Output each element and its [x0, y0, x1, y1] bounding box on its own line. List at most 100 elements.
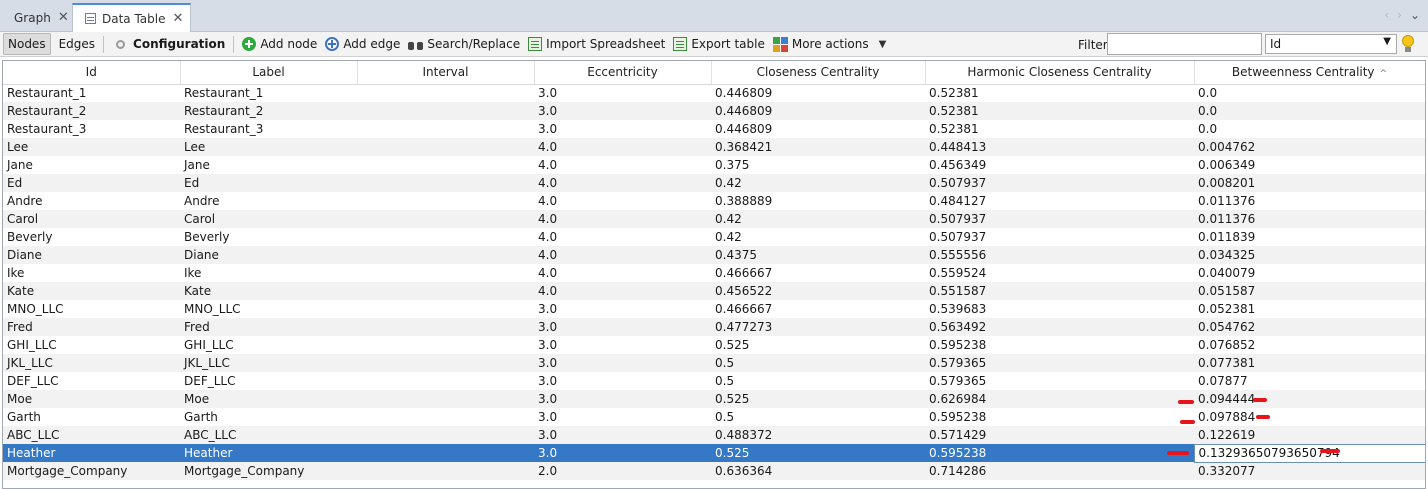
cell-harmonic-closeness[interactable]: 0.579365: [925, 372, 1194, 390]
cell-id[interactable]: Garth: [3, 408, 180, 426]
cell-interval[interactable]: [357, 336, 534, 354]
cell-betweenness[interactable]: 0.040079: [1194, 264, 1425, 282]
cell-betweenness[interactable]: 0.0: [1194, 102, 1425, 120]
table-row[interactable]: Restaurant_3 Restaurant_3 3.0 0.446809 0.523…: [3, 120, 1425, 138]
cell-eccentricity[interactable]: 3.0: [534, 372, 711, 390]
column-header-eccentricity[interactable]: Eccentricity: [534, 61, 712, 85]
cell-betweenness[interactable]: 0.004762: [1194, 138, 1425, 156]
cell-interval[interactable]: [357, 408, 534, 426]
cell-interval[interactable]: [357, 174, 534, 192]
cell-eccentricity[interactable]: 4.0: [534, 138, 711, 156]
cell-harmonic-closeness[interactable]: 0.595238: [925, 336, 1194, 354]
lightbulb-icon[interactable]: [1402, 35, 1414, 52]
cell-closeness[interactable]: 0.4375: [711, 246, 925, 264]
cell-id[interactable]: Carol: [3, 210, 180, 228]
cell-harmonic-closeness[interactable]: 0.52381: [925, 84, 1194, 102]
column-header-interval[interactable]: Interval: [357, 61, 535, 85]
cell-interval[interactable]: [357, 120, 534, 138]
chevron-down-icon[interactable]: ⌄: [1410, 8, 1420, 22]
cell-harmonic-closeness[interactable]: 0.507937: [925, 174, 1194, 192]
cell-betweenness[interactable]: 0.051587: [1194, 282, 1425, 300]
cell-id[interactable]: MNO_LLC: [3, 300, 180, 318]
cell-closeness[interactable]: 0.477273: [711, 318, 925, 336]
edges-toggle-button[interactable]: Edges: [55, 33, 99, 55]
cell-closeness[interactable]: 0.456522: [711, 282, 925, 300]
cell-betweenness[interactable]: 0.097884: [1194, 408, 1425, 426]
cell-betweenness[interactable]: 0.094444: [1194, 390, 1425, 408]
table-row[interactable]: Lee Lee 4.0 0.368421 0.448413 0.004762: [3, 138, 1425, 156]
table-row[interactable]: Beverly Beverly 4.0 0.42 0.507937 0.011839: [3, 228, 1425, 246]
cell-eccentricity[interactable]: 3.0: [534, 318, 711, 336]
table-row[interactable]: Ike Ike 4.0 0.466667 0.559524 0.040079: [3, 264, 1425, 282]
cell-betweenness[interactable]: 0.011376: [1194, 192, 1425, 210]
cell-interval[interactable]: [357, 444, 534, 462]
cell-label[interactable]: JKL_LLC: [180, 354, 357, 372]
cell-label[interactable]: Lee: [180, 138, 357, 156]
cell-id[interactable]: Restaurant_2: [3, 102, 180, 120]
cell-id[interactable]: ABC_LLC: [3, 426, 180, 444]
cell-id[interactable]: DEF_LLC: [3, 372, 180, 390]
cell-betweenness[interactable]: 0.006349: [1194, 156, 1425, 174]
nodes-toggle-button[interactable]: Nodes: [3, 33, 51, 55]
close-icon[interactable]: ✕: [58, 10, 69, 25]
cell-closeness[interactable]: 0.5: [711, 354, 925, 372]
cell-id[interactable]: Mortgage_Company: [3, 462, 180, 480]
cell-closeness[interactable]: 0.636364: [711, 462, 925, 480]
table-row[interactable]: Diane Diane 4.0 0.4375 0.555556 0.034325: [3, 246, 1425, 264]
table-row[interactable]: Andre Andre 4.0 0.388889 0.484127 0.011376: [3, 192, 1425, 210]
cell-closeness[interactable]: 0.446809: [711, 84, 925, 102]
cell-betweenness[interactable]: 0.076852: [1194, 336, 1425, 354]
cell-betweenness[interactable]: 0.052381: [1194, 300, 1425, 318]
cell-harmonic-closeness[interactable]: 0.507937: [925, 228, 1194, 246]
add-node-button[interactable]: Add node: [238, 33, 321, 55]
cell-eccentricity[interactable]: 3.0: [534, 390, 711, 408]
tab-graph[interactable]: Graph ✕: [2, 3, 76, 32]
cell-interval[interactable]: [357, 462, 534, 480]
cell-harmonic-closeness[interactable]: 0.507937: [925, 210, 1194, 228]
cell-harmonic-closeness[interactable]: 0.579365: [925, 354, 1194, 372]
cell-harmonic-closeness[interactable]: 0.551587: [925, 282, 1194, 300]
cell-interval[interactable]: [357, 84, 534, 102]
cell-betweenness[interactable]: 0.332077: [1194, 462, 1425, 480]
cell-harmonic-closeness[interactable]: 0.484127: [925, 192, 1194, 210]
cell-harmonic-closeness[interactable]: 0.714286: [925, 462, 1194, 480]
table-row[interactable]: Heather Heather 3.0 0.525 0.595238 0.13293650…: [3, 443, 1425, 463]
cell-betweenness[interactable]: 0.054762: [1194, 318, 1425, 336]
cell-eccentricity[interactable]: 4.0: [534, 174, 711, 192]
cell-interval[interactable]: [357, 282, 534, 300]
cell-id[interactable]: GHI_LLC: [3, 336, 180, 354]
cell-label[interactable]: Garth: [180, 408, 357, 426]
cell-harmonic-closeness[interactable]: 0.448413: [925, 138, 1194, 156]
cell-betweenness[interactable]: 0.034325: [1194, 246, 1425, 264]
cell-interval[interactable]: [357, 390, 534, 408]
cell-closeness[interactable]: 0.488372: [711, 426, 925, 444]
cell-closeness[interactable]: 0.42: [711, 228, 925, 246]
cell-id[interactable]: Diane: [3, 246, 180, 264]
cell-label[interactable]: Restaurant_3: [180, 120, 357, 138]
cell-interval[interactable]: [357, 246, 534, 264]
column-header-closeness[interactable]: Closeness Centrality: [711, 61, 926, 85]
more-actions-button[interactable]: More actions ▼: [769, 33, 890, 55]
cell-id[interactable]: Kate: [3, 282, 180, 300]
cell-closeness[interactable]: 0.446809: [711, 102, 925, 120]
cell-harmonic-closeness[interactable]: 0.595238: [925, 444, 1194, 462]
cell-closeness[interactable]: 0.525: [711, 336, 925, 354]
cell-harmonic-closeness[interactable]: 0.563492: [925, 318, 1194, 336]
cell-eccentricity[interactable]: 3.0: [534, 102, 711, 120]
filter-input[interactable]: [1107, 33, 1262, 55]
column-header-label[interactable]: Label: [180, 61, 358, 85]
cell-eccentricity[interactable]: 2.0: [534, 462, 711, 480]
cell-id[interactable]: Restaurant_1: [3, 84, 180, 102]
cell-harmonic-closeness[interactable]: 0.595238: [925, 408, 1194, 426]
cell-label[interactable]: GHI_LLC: [180, 336, 357, 354]
table-row[interactable]: MNO_LLC MNO_LLC 3.0 0.466667 0.539683 0.05238…: [3, 300, 1425, 318]
cell-id[interactable]: Andre: [3, 192, 180, 210]
search-replace-button[interactable]: Search/Replace: [404, 33, 524, 55]
cell-harmonic-closeness[interactable]: 0.626984: [925, 390, 1194, 408]
cell-interval[interactable]: [357, 210, 534, 228]
cell-label[interactable]: Restaurant_1: [180, 84, 357, 102]
table-row[interactable]: Garth Garth 3.0 0.5 0.595238 0.097884: [3, 408, 1425, 426]
cell-betweenness[interactable]: 0.0: [1194, 120, 1425, 138]
tab-data-table[interactable]: Data Table ✕: [72, 3, 192, 32]
configuration-button[interactable]: Configuration: [108, 33, 229, 55]
